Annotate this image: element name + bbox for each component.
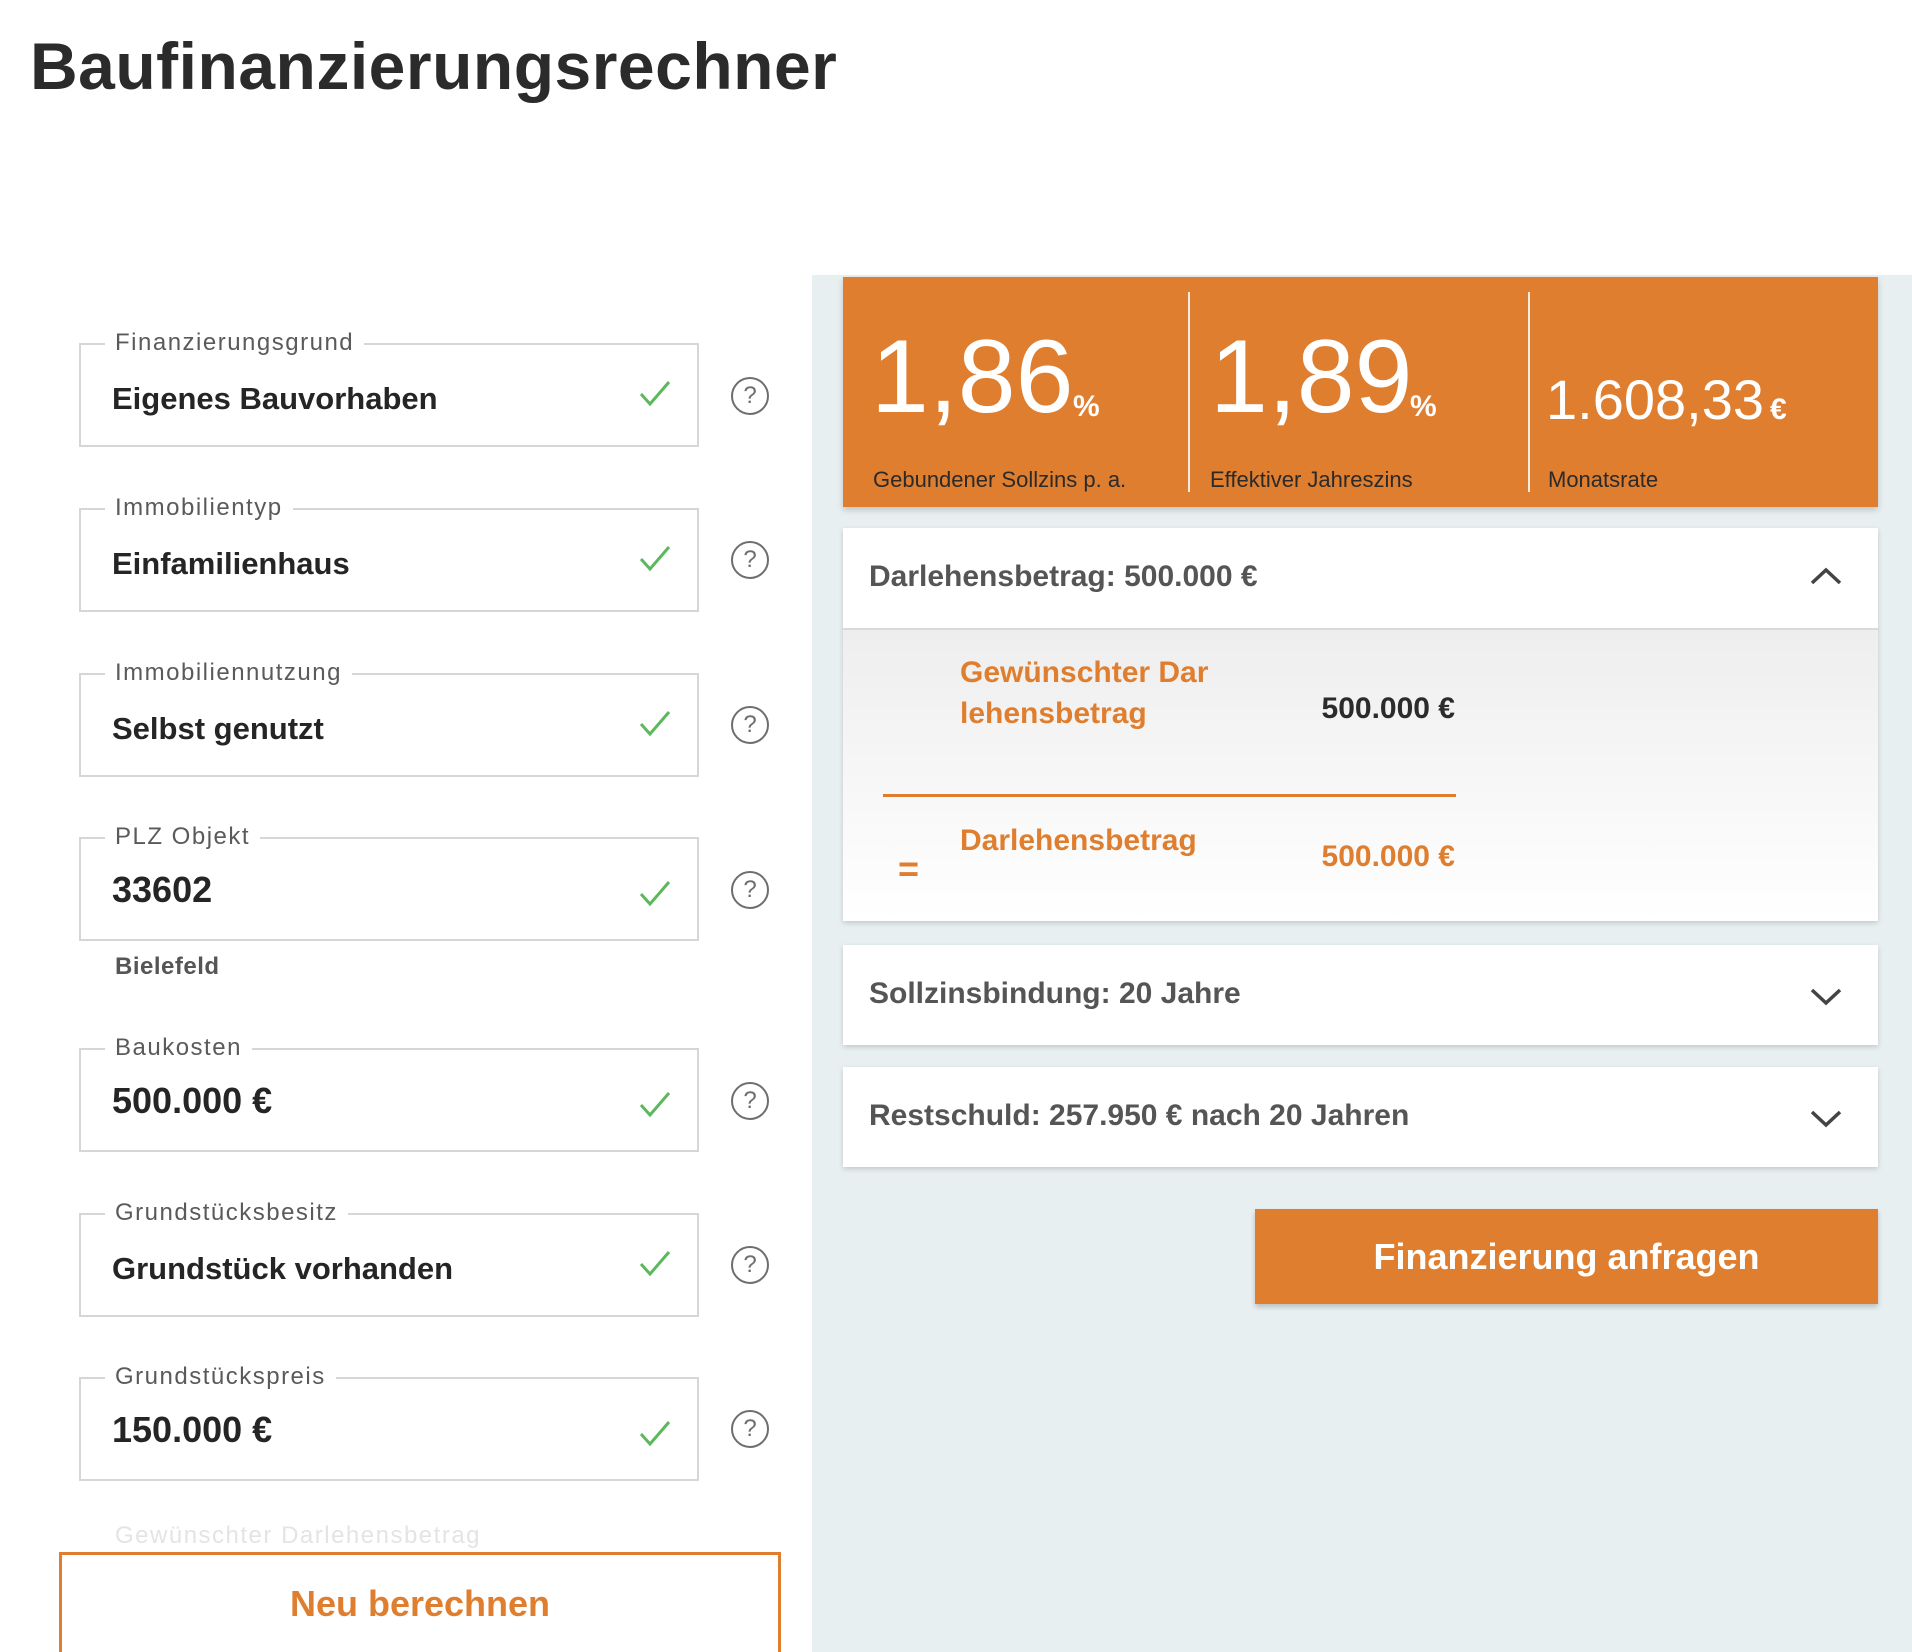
city-name: Bielefeld [115, 953, 220, 980]
chevron-up-icon[interactable] [1808, 564, 1844, 588]
field-label-faded: Gewünschter Darlehensbetrag [115, 1522, 482, 1549]
check-icon [639, 881, 671, 907]
accordion-title: Sollzinsbindung: 20 Jahre [869, 977, 1241, 1010]
field-label: Grundstückspreis [105, 1362, 336, 1392]
help-icon[interactable]: ? [731, 1082, 769, 1120]
field-label: Immobiliennutzung [105, 658, 352, 688]
sollzins-unit: % [1073, 390, 1100, 423]
field-label: PLZ Objekt [105, 822, 261, 852]
accordion-darlehensbetrag: Darlehensbetrag: 500.000 € Gewünschter D… [843, 528, 1878, 921]
help-icon[interactable]: ? [731, 706, 769, 744]
accordion-restschuld: Restschuld: 257.950 € nach 20 Jahren [843, 1067, 1878, 1167]
chevron-down-icon[interactable] [1808, 985, 1844, 1009]
plz-input[interactable]: PLZ Objekt 33602 [79, 822, 699, 941]
field-value: Selbst genutzt [112, 711, 324, 746]
field-value: 33602 [112, 869, 213, 910]
row-value: 500.000 € [1321, 840, 1455, 873]
rate-unit: € [1769, 393, 1787, 426]
rate-value: 1.608,33 € [1546, 367, 1787, 432]
field-value: Einfamilienhaus [112, 546, 350, 581]
row-label: Darlehensbetrag [960, 824, 1197, 857]
row-label: Gewünschter Darlehensbetrag [960, 656, 1209, 730]
grundstueckspreis-input[interactable]: Grundstückspreis 150.000 € [79, 1362, 699, 1481]
field-value: Grundstück vorhanden [112, 1251, 454, 1286]
effektiv-label: Effektiver Jahreszins [1210, 467, 1413, 492]
sum-line [883, 794, 1456, 797]
field-value: Eigenes Bauvorhaben [112, 381, 438, 416]
baukosten-input[interactable]: Baukosten 500.000 € [79, 1033, 699, 1152]
check-icon [639, 1092, 671, 1118]
rate-number: 1.608,33 [1546, 368, 1764, 431]
accordion-title: Restschuld: 257.950 € nach 20 Jahren [869, 1099, 1410, 1132]
immobilientyp-select[interactable]: Immobilientyp Einfamilienhaus [79, 493, 699, 612]
accordion-header[interactable]: Restschuld: 257.950 € nach 20 Jahren [843, 1067, 1878, 1167]
equals-sign: = [898, 848, 920, 889]
finanzierung-anfragen-button[interactable]: Finanzierung anfragen [1255, 1209, 1878, 1304]
help-icon[interactable]: ? [731, 871, 769, 909]
finanzierungsgrund-select[interactable]: Finanzierungsgrund Eigenes Bauvorhaben [79, 328, 699, 447]
sollzins-block: 1,86 % Gebundener Sollzins p. a. [843, 292, 1188, 492]
check-icon [639, 546, 671, 572]
field-label: Finanzierungsgrund [105, 328, 365, 358]
row-value: 500.000 € [1321, 692, 1455, 725]
grundstuecksbesitz-select[interactable]: Grundstücksbesitz Grundstück vorhanden [79, 1198, 699, 1317]
effektiv-value: 1,89 [1210, 319, 1413, 435]
rate-label: Monatsrate [1548, 467, 1659, 492]
field-label: Immobilientyp [105, 493, 293, 523]
check-icon [639, 1251, 671, 1277]
rate-block: 1.608,33 € Monatsrate [1528, 292, 1878, 492]
effektiv-unit: % [1410, 390, 1437, 423]
page-title: Baufinanzierungsrechner [30, 29, 838, 103]
neu-berechnen-button[interactable]: Neu berechnen [59, 1552, 781, 1652]
field-label: Baukosten [105, 1033, 252, 1063]
accordion-body: Gewünschter Darlehensbetrag 500.000 € = … [843, 628, 1878, 921]
accordion-sollzinsbindung: Sollzinsbindung: 20 Jahre [843, 945, 1878, 1045]
effektiv-block: 1,89 % Effektiver Jahreszins [1188, 292, 1528, 492]
help-icon[interactable]: ? [731, 541, 769, 579]
field-value: 150.000 € [112, 1409, 273, 1450]
help-icon[interactable]: ? [731, 1410, 769, 1448]
help-icon[interactable]: ? [731, 1246, 769, 1284]
check-icon [639, 711, 671, 737]
accordion-header[interactable]: Darlehensbetrag: 500.000 € [843, 528, 1878, 628]
sollzins-label: Gebundener Sollzins p. a. [873, 467, 1127, 492]
sollzins-value: 1,86 [871, 319, 1074, 435]
chevron-down-icon[interactable] [1808, 1107, 1844, 1131]
immobiliennutzung-select[interactable]: Immobiliennutzung Selbst genutzt [79, 658, 699, 777]
accordion-header[interactable]: Sollzinsbindung: 20 Jahre [843, 945, 1878, 1045]
accordion-title: Darlehensbetrag: 500.000 € [869, 560, 1258, 593]
help-icon[interactable]: ? [731, 377, 769, 415]
check-icon [639, 1421, 671, 1447]
field-value: 500.000 € [112, 1080, 273, 1121]
field-label: Grundstücksbesitz [105, 1198, 348, 1228]
check-icon [639, 381, 671, 407]
result-summary: 1,86 % Gebundener Sollzins p. a. 1,89 % … [843, 277, 1878, 507]
